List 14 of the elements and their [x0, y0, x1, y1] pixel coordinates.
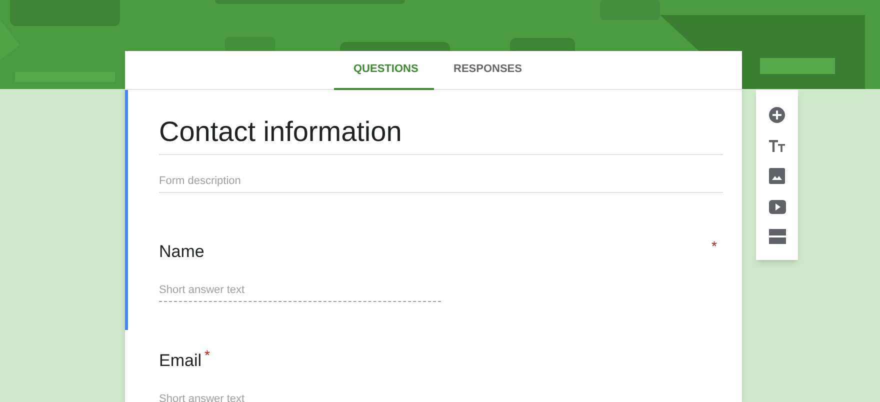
tab[interactable]: QUESTIONS [334, 51, 434, 90]
question-card[interactable]: Email * Short answer text [125, 330, 742, 402]
form-title-field[interactable]: Contact information [159, 114, 723, 155]
add-icon[interactable] [768, 106, 786, 124]
text-size-icon[interactable] [768, 139, 786, 154]
question-title: Name [159, 240, 204, 262]
tab[interactable]: RESPONSES [434, 51, 534, 90]
image-icon[interactable] [769, 168, 785, 184]
video-icon[interactable] [768, 200, 786, 214]
required-mark: * [712, 238, 717, 252]
section-icon[interactable] [768, 229, 786, 244]
required-mark: * [204, 348, 210, 362]
question-title: Email [159, 350, 202, 372]
question-card[interactable]: Name * Short answer text [125, 202, 742, 330]
